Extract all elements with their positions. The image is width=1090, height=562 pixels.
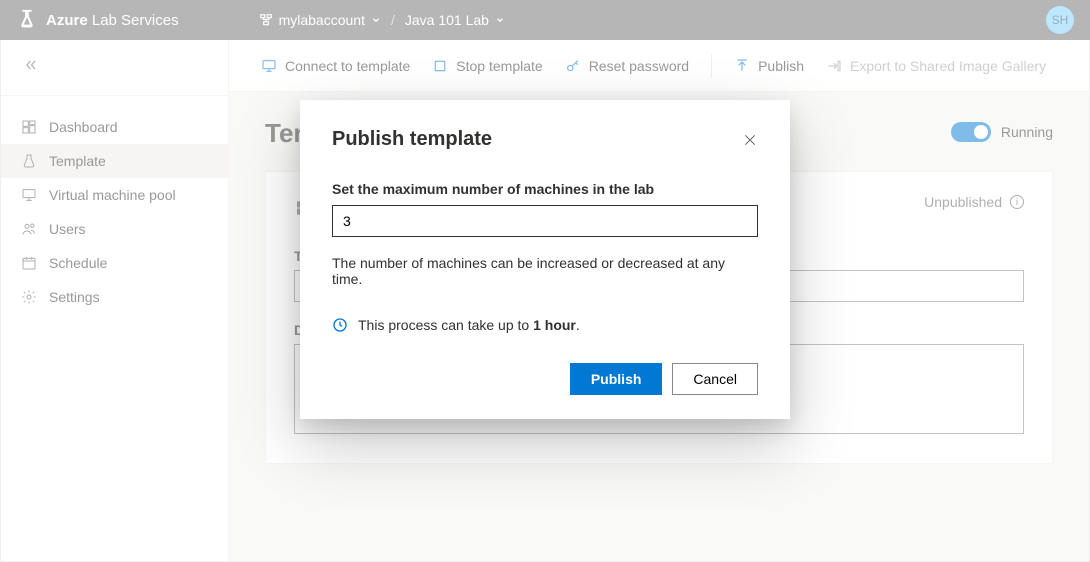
modal-overlay: Publish template Set the maximum number … <box>0 0 1090 562</box>
max-machines-input[interactable] <box>332 205 758 237</box>
max-machines-label: Set the maximum number of machines in th… <box>332 181 758 197</box>
machines-hint: The number of machines can be increased … <box>332 255 758 287</box>
publish-template-dialog: Publish template Set the maximum number … <box>300 100 790 419</box>
close-icon[interactable] <box>742 132 758 148</box>
dialog-title: Publish template <box>332 128 492 151</box>
cancel-button[interactable]: Cancel <box>672 363 758 395</box>
publish-confirm-button[interactable]: Publish <box>570 363 663 395</box>
info-text: This process can take up to 1 hour. <box>358 317 580 333</box>
clock-icon <box>332 317 348 333</box>
process-info: This process can take up to 1 hour. <box>332 317 758 333</box>
dialog-actions: Publish Cancel <box>332 363 758 395</box>
